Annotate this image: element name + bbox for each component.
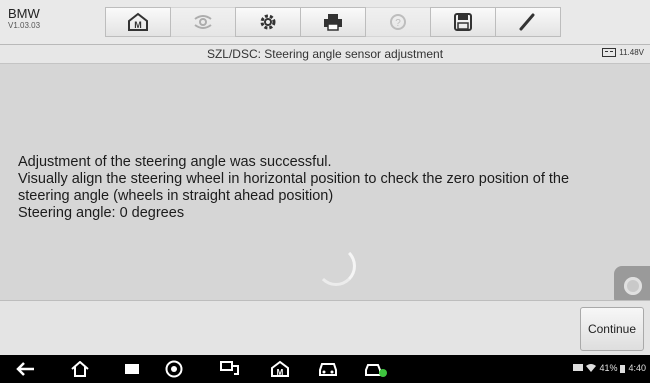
recent-apps-button[interactable] [120,359,144,379]
brand: BMW V1.03.03 [8,7,40,31]
wifi-icon [586,364,597,372]
clock: 4:40 [628,363,646,373]
app-version: V1.03.03 [8,21,41,30]
svg-text:?: ? [395,18,401,29]
vehicle-swap-button[interactable] [170,7,236,37]
top-toolbar: BMW V1.03.03 M ? [0,0,650,45]
recent-apps-icon [125,364,139,374]
settings-button[interactable] [235,7,301,37]
vehicle-connect-button[interactable] [364,359,388,379]
message-line: Visually align the steering wheel in hor… [18,171,570,187]
battery-icon [602,48,617,57]
help-icon: ? [390,14,406,30]
voltage-value: 11.48V [619,48,644,57]
battery-icon [620,364,626,373]
toolbar-buttons: M ? [105,7,561,37]
battery-percent: 41% [599,363,618,373]
save-icon [454,13,472,31]
system-status: 41% 4:40 [573,363,646,373]
save-button[interactable] [430,7,496,37]
help-button[interactable]: ? [365,7,431,37]
home-nav-button[interactable] [68,359,92,379]
pen-icon [519,13,535,31]
chrome-icon [165,360,183,378]
maxisys-home-icon: M [271,360,289,377]
back-icon [16,362,34,376]
svg-text:M: M [277,368,284,377]
gear-icon [260,14,276,30]
continue-button[interactable]: Continue [580,307,644,351]
app-screen: BMW V1.03.03 M ? SZL/DSC: Steering angle… [0,0,650,383]
message-line: Adjustment of the steering angle was suc… [18,154,332,170]
vci-button[interactable] [218,359,242,379]
svg-text:M: M [134,20,142,30]
home-icon: M [128,12,148,31]
vehicle-swap-icon [194,15,212,29]
message-panel: Adjustment of the steering angle was suc… [0,64,650,306]
android-navigation-bar: M 41% 4:40 [0,355,650,383]
edit-button[interactable] [495,7,561,37]
loading-spinner-icon [316,246,356,286]
vehicle-button[interactable] [316,359,340,379]
title-bar: SZL/DSC: Steering angle sensor adjustmen… [0,45,650,64]
back-button[interactable] [14,359,38,379]
app-name: BMW [8,6,40,21]
home-button[interactable]: M [105,7,171,37]
message-line: steering angle (wheels in straight ahead… [18,188,334,204]
browser-button[interactable] [162,359,186,379]
action-bar: Continue [0,300,650,355]
vci-connect-icon [220,361,239,375]
house-icon [71,361,89,377]
circle-icon [624,277,642,295]
page-title: SZL/DSC: Steering angle sensor adjustmen… [206,47,444,61]
printer-icon [324,14,342,31]
result-message: Adjustment of the steering angle was suc… [18,154,638,222]
message-icon [573,364,584,371]
maxifix-home-button[interactable]: M [268,359,292,379]
print-button[interactable] [300,7,366,37]
car-icon [319,363,337,376]
car-connect-icon [365,364,387,377]
voltage-indicator: 11.48V [602,48,644,57]
message-line: Steering angle: 0 degrees [18,205,185,221]
